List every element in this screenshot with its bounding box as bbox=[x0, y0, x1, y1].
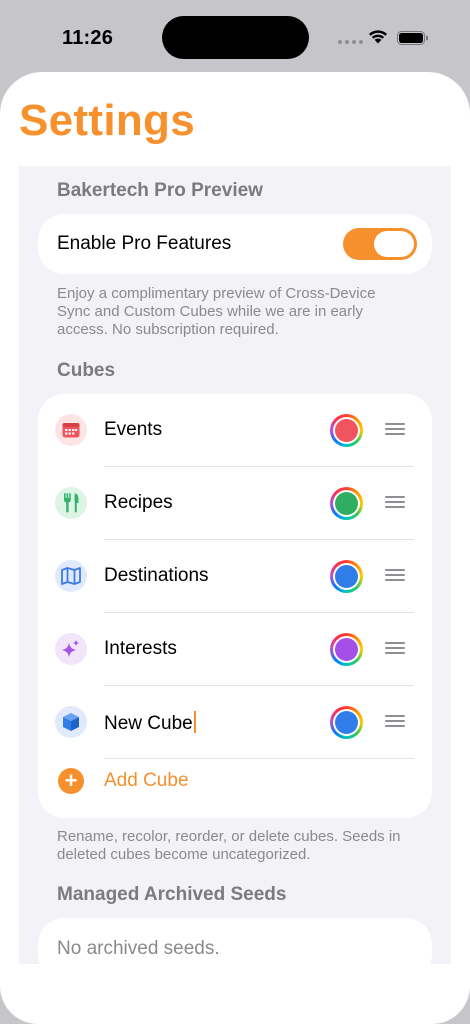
dynamic-island bbox=[162, 16, 309, 59]
cube-name-input-new-cube[interactable]: New Cube bbox=[104, 711, 196, 735]
cube-name-destinations[interactable]: Destinations bbox=[104, 565, 209, 587]
cellular-signal-icon bbox=[338, 40, 363, 44]
color-picker-destinations[interactable] bbox=[330, 560, 363, 593]
plus-circle-icon: + bbox=[58, 768, 84, 794]
fork-knife-icon bbox=[55, 487, 87, 519]
cube-row-destinations[interactable]: Destinations bbox=[38, 540, 432, 613]
archived-empty-text: No archived seeds. bbox=[57, 938, 220, 959]
settings-list[interactable]: Bakertech Pro Preview Enable Pro Feature… bbox=[19, 166, 451, 964]
color-picker-recipes[interactable] bbox=[330, 487, 363, 520]
cubes-card: Events Recipes Destinations Interests Ne… bbox=[38, 394, 432, 818]
cube-name-interests[interactable]: Interests bbox=[104, 638, 177, 660]
add-cube-button[interactable]: + Add Cube bbox=[38, 757, 432, 817]
enable-pro-toggle[interactable] bbox=[343, 228, 417, 260]
settings-sheet: Settings Bakertech Pro Preview Enable Pr… bbox=[0, 72, 470, 1024]
cube-name-events[interactable]: Events bbox=[104, 419, 162, 441]
toggle-knob bbox=[374, 231, 414, 257]
cube-row-new-cube[interactable]: New Cube bbox=[38, 686, 432, 759]
cube-row-recipes[interactable]: Recipes bbox=[38, 467, 432, 540]
color-picker-interests[interactable] bbox=[330, 633, 363, 666]
drag-handle-icon[interactable] bbox=[385, 423, 405, 437]
calendar-icon bbox=[55, 414, 87, 446]
cube-icon bbox=[55, 706, 87, 738]
drag-handle-icon[interactable] bbox=[385, 569, 405, 583]
cubes-footer-note: Rename, recolor, reorder, or delete cube… bbox=[57, 828, 401, 863]
section-header-pro: Bakertech Pro Preview bbox=[57, 180, 263, 201]
archived-card: No archived seeds. bbox=[38, 918, 432, 964]
status-time: 11:26 bbox=[62, 27, 114, 49]
text-cursor bbox=[193, 711, 196, 733]
wifi-icon bbox=[369, 30, 387, 44]
section-header-archived: Managed Archived Seeds bbox=[57, 884, 287, 905]
drag-handle-icon[interactable] bbox=[385, 642, 405, 656]
status-bar: 11:26 bbox=[0, 0, 470, 70]
enable-pro-label: Enable Pro Features bbox=[57, 233, 232, 254]
drag-handle-icon[interactable] bbox=[385, 715, 405, 729]
color-picker-new-cube[interactable] bbox=[330, 706, 363, 739]
color-picker-events[interactable] bbox=[330, 414, 363, 447]
page-title: Settings bbox=[19, 96, 195, 145]
pro-card: Enable Pro Features bbox=[38, 214, 432, 274]
cube-name-text: New Cube bbox=[104, 713, 193, 734]
battery-icon bbox=[397, 31, 428, 45]
pro-footer-note: Enjoy a complimentary preview of Cross-D… bbox=[57, 285, 376, 338]
drag-handle-icon[interactable] bbox=[385, 496, 405, 510]
cube-name-recipes[interactable]: Recipes bbox=[104, 492, 173, 514]
cube-row-interests[interactable]: Interests bbox=[38, 613, 432, 686]
add-cube-label: Add Cube bbox=[104, 770, 189, 791]
sparkles-icon bbox=[55, 633, 87, 665]
cube-row-events[interactable]: Events bbox=[38, 394, 432, 467]
section-header-cubes: Cubes bbox=[57, 360, 116, 381]
map-icon bbox=[55, 560, 87, 592]
